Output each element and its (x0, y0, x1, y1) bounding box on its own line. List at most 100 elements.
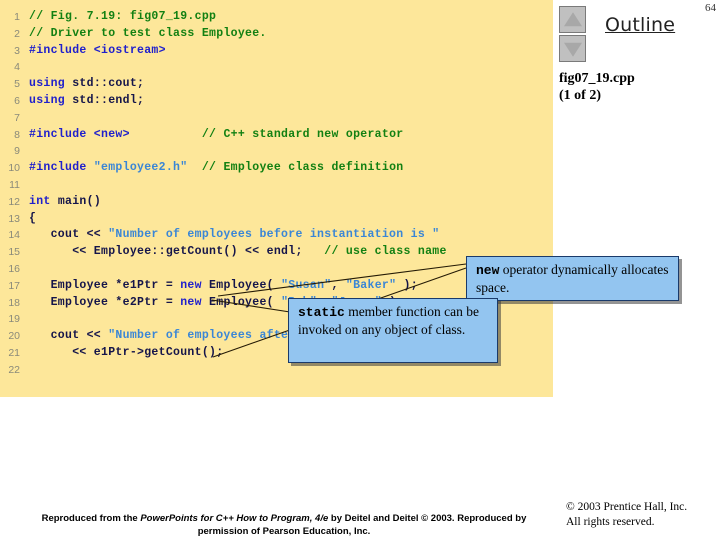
triangle-up-icon (563, 11, 582, 26)
code-token-plain: cout << (29, 228, 109, 242)
code-line-content: #include <new> // C++ standard new opera… (20, 127, 403, 144)
code-token-pre: #include <new> (29, 127, 130, 141)
callout-new-keyword: new (476, 263, 500, 278)
code-line: 12 int main() (0, 194, 553, 211)
code-line: 11 (0, 177, 553, 194)
code-line-content: using std::endl; (20, 93, 144, 110)
code-line-content: { (20, 211, 36, 228)
scroll-down-button[interactable] (559, 35, 586, 62)
code-line: 22 (0, 362, 553, 379)
code-token-plain: Employee( (209, 278, 282, 292)
line-number: 9 (14, 145, 20, 158)
line-number: 8 (14, 128, 20, 141)
code-line: 7 (0, 110, 553, 127)
code-token-string: "Susan" (281, 278, 332, 292)
line-number: 2 (14, 27, 20, 40)
code-token-pre: #include (29, 161, 94, 175)
page-number: 64 (705, 2, 716, 14)
code-token-plain: main() (57, 194, 102, 208)
line-number: 17 (8, 279, 20, 292)
code-token-comment: // Fig. 7.19: fig07_19.cpp (29, 10, 217, 23)
code-line: 1 // Fig. 7.19: fig07_19.cpp (0, 9, 553, 26)
code-token-comment: // C++ standard new operator (201, 127, 404, 141)
code-line: 14 cout << "Number of employees before i… (0, 227, 553, 244)
code-token-plain: cout << (29, 329, 109, 343)
code-line-content: Employee *e1Ptr = new Employee( "Susan",… (20, 278, 418, 295)
line-number: 19 (8, 313, 20, 326)
outline-file-label: fig07_19.cpp (1 of 2) (559, 70, 635, 104)
code-line-content: // Driver to test class Employee. (20, 26, 267, 43)
code-token-string: "Number of employees before instantiatio… (108, 228, 440, 242)
line-number: 3 (14, 44, 20, 57)
scroll-up-button[interactable] (559, 6, 586, 33)
code-token-pre: #include <iostream> (29, 43, 166, 57)
footer-credit-title: PowerPoints for C++ How to Program, 4/e (140, 513, 329, 524)
code-token-string: "employee2.h" (93, 161, 188, 175)
line-number: 18 (8, 296, 20, 309)
code-token-plain: ); (396, 278, 418, 292)
code-token-plain: , (331, 278, 346, 292)
code-line: 8 #include <new> // C++ standard new oper… (0, 127, 553, 144)
code-line-content: #include "employee2.h" // Employee class… (20, 160, 403, 177)
line-number: 5 (14, 78, 20, 91)
line-number: 12 (8, 195, 20, 208)
code-token-keyword: using (29, 77, 73, 91)
code-line: 3 #include <iostream> (0, 43, 553, 60)
code-token-keyword: int (29, 194, 58, 208)
code-line: 2 // Driver to test class Employee. (0, 26, 553, 43)
outline-sidebar: Outline 64 fig07_19.cpp (1 of 2) (553, 0, 720, 397)
footer-copyright: © 2003 Prentice Hall, Inc. All rights re… (566, 500, 687, 530)
line-number: 20 (8, 330, 20, 343)
footer-copyright-line1: © 2003 Prentice Hall, Inc. (566, 501, 688, 513)
code-line-content: // Fig. 7.19: fig07_19.cpp (20, 9, 216, 26)
footer-credit: Reproduced from the PowerPoints for C++ … (24, 512, 544, 538)
code-line: 5 using std::cout; (0, 76, 553, 93)
line-number: 13 (8, 212, 20, 225)
code-token-keyword: new (180, 295, 210, 309)
outline-file-name: fig07_19.cpp (559, 71, 635, 86)
line-number: 6 (14, 94, 20, 107)
code-line: 13 { (0, 211, 553, 228)
line-number: 21 (8, 346, 20, 359)
line-number: 1 (14, 11, 20, 23)
code-token-keyword: using (29, 93, 73, 107)
line-number: 7 (14, 111, 20, 124)
line-number: 22 (8, 363, 20, 376)
code-line: 9 (0, 143, 553, 160)
code-line-content: cout << "Number of employees before inst… (20, 227, 440, 244)
code-line-content: int main() (20, 194, 101, 211)
callout-static-member: static member function can be invoked on… (288, 298, 498, 363)
callout-static-keyword: static (298, 305, 345, 320)
code-line-content: << e1Ptr->getCount(); (20, 345, 223, 362)
line-number: 14 (8, 229, 20, 242)
outline-file-part: (1 of 2) (559, 88, 601, 103)
code-token-comment: // Driver to test class Employee. (29, 26, 267, 40)
footer-credit-prefix: Reproduced from the (41, 513, 141, 524)
code-token-plain: << Employee::getCount() << endl; (29, 245, 325, 259)
code-token-string: "Baker" (345, 278, 397, 292)
code-token-plain: Employee *e1Ptr = (29, 278, 181, 292)
line-number: 11 (9, 178, 20, 191)
code-token-plain: { (29, 211, 37, 225)
code-line-content: #include <iostream> (20, 43, 166, 60)
footer-copyright-line2: All rights reserved. (566, 516, 655, 528)
line-number: 10 (8, 162, 20, 175)
code-token-plain: Employee( (209, 295, 282, 309)
code-line-content: using std::cout; (20, 76, 144, 93)
outline-title: Outline (605, 14, 676, 36)
triangle-down-icon (563, 42, 582, 57)
code-token-plain: << e1Ptr->getCount(); (29, 345, 224, 359)
line-number: 16 (8, 262, 20, 275)
line-number: 15 (8, 246, 20, 259)
code-token-comment: // Employee class definition (201, 161, 404, 175)
code-line: 10 #include "employee2.h" // Employee cla… (0, 160, 553, 177)
line-number: 4 (14, 61, 20, 74)
code-line: 6 using std::endl; (0, 93, 553, 110)
code-token-comment: // use class name (324, 245, 447, 259)
code-token-keyword: new (180, 278, 210, 292)
code-token-plain: std::endl; (72, 93, 145, 107)
code-token-plain: Employee *e2Ptr = (29, 295, 181, 309)
code-line: 4 (0, 59, 553, 76)
